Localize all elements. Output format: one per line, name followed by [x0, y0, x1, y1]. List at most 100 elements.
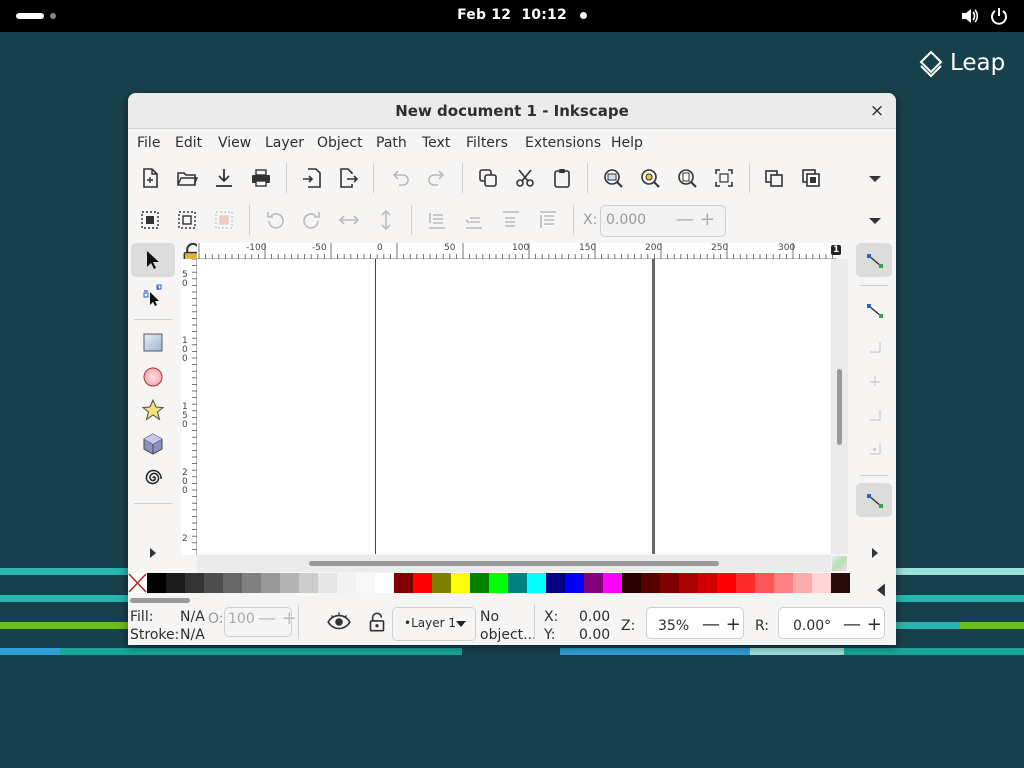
- color-swatch[interactable]: [451, 573, 470, 593]
- raise-to-top-icon[interactable]: [535, 207, 561, 233]
- deselect-icon[interactable]: [211, 207, 237, 233]
- lock-guides-icon[interactable]: [180, 241, 203, 265]
- palette-scrollbar[interactable]: [128, 595, 896, 605]
- title-bar[interactable]: New document 1 - Inkscape ×: [128, 93, 896, 129]
- palette-menu-icon[interactable]: [868, 577, 888, 597]
- import-icon[interactable]: [299, 165, 325, 191]
- unlock-icon[interactable]: [364, 609, 388, 633]
- eye-visibility-icon[interactable]: [326, 609, 351, 633]
- scroll-thumb[interactable]: [130, 598, 190, 603]
- color-swatch[interactable]: [470, 573, 489, 593]
- drawing-canvas[interactable]: [197, 259, 831, 554]
- menu-text[interactable]: Text: [422, 135, 450, 151]
- menu-object[interactable]: Object: [317, 135, 363, 151]
- no-paint-swatch[interactable]: [128, 573, 147, 593]
- menu-view[interactable]: View: [218, 135, 251, 151]
- color-swatch[interactable]: [736, 573, 755, 593]
- rectangle-tool[interactable]: [131, 325, 175, 359]
- lower-icon[interactable]: [461, 207, 487, 233]
- zoom-drawing-icon[interactable]: [637, 165, 663, 191]
- color-swatch[interactable]: [413, 573, 432, 593]
- snap-toggle[interactable]: [856, 243, 892, 277]
- stroke-value[interactable]: N/A: [180, 627, 205, 643]
- color-swatch[interactable]: [698, 573, 717, 593]
- color-swatch[interactable]: [223, 573, 242, 593]
- color-swatch[interactable]: [299, 573, 318, 593]
- menu-path[interactable]: Path: [376, 135, 407, 151]
- color-swatch[interactable]: [641, 573, 660, 593]
- opacity-stepper[interactable]: — +: [258, 608, 297, 629]
- open-folder-icon[interactable]: [174, 165, 200, 191]
- cut-icon[interactable]: [512, 165, 538, 191]
- raise-icon[interactable]: [498, 207, 524, 233]
- save-icon[interactable]: [211, 165, 237, 191]
- copy-icon[interactable]: [475, 165, 501, 191]
- menu-layer[interactable]: Layer: [265, 135, 304, 151]
- fill-value[interactable]: N/A: [180, 609, 205, 625]
- menu-filters[interactable]: Filters: [466, 135, 508, 151]
- color-swatch[interactable]: [679, 573, 698, 593]
- select-all-icon[interactable]: [137, 207, 163, 233]
- export-icon[interactable]: [335, 165, 361, 191]
- color-manage-icon[interactable]: [832, 556, 847, 571]
- menu-edit[interactable]: Edit: [175, 135, 202, 151]
- select-all-layers-icon[interactable]: [174, 207, 200, 233]
- color-swatch[interactable]: [508, 573, 527, 593]
- x-position-stepper[interactable]: — +: [676, 209, 715, 230]
- rotate-cw-icon[interactable]: [299, 207, 325, 233]
- spiral-tool[interactable]: [131, 461, 175, 495]
- rotation-stepper[interactable]: — +: [843, 614, 882, 635]
- vertical-ruler[interactable]: 5 0 1 0 0 1 5 0 2 0 0 2: [181, 259, 197, 555]
- horizontal-ruler[interactable]: -100 -50 0 50 100 150 200 250 300 1: [197, 243, 842, 259]
- close-icon[interactable]: ×: [868, 102, 886, 120]
- zoom-page-icon[interactable]: [674, 165, 700, 191]
- color-swatch[interactable]: [527, 573, 546, 593]
- color-swatch[interactable]: [147, 573, 166, 593]
- flip-vertical-icon[interactable]: [373, 207, 399, 233]
- color-swatch[interactable]: [166, 573, 185, 593]
- color-swatch[interactable]: [774, 573, 793, 593]
- color-swatch[interactable]: [356, 573, 375, 593]
- color-swatch[interactable]: [318, 573, 337, 593]
- color-swatch[interactable]: [261, 573, 280, 593]
- color-swatch[interactable]: [337, 573, 356, 593]
- flip-horizontal-icon[interactable]: [336, 207, 362, 233]
- color-swatch[interactable]: [242, 573, 261, 593]
- scroll-thumb[interactable]: [309, 561, 719, 566]
- color-swatch[interactable]: [793, 573, 812, 593]
- snap-option-disabled[interactable]: [856, 397, 892, 431]
- color-swatch[interactable]: [432, 573, 451, 593]
- vertical-scrollbar[interactable]: [831, 259, 848, 554]
- selector-tool[interactable]: [131, 243, 175, 277]
- color-swatch[interactable]: [185, 573, 204, 593]
- color-swatch[interactable]: [204, 573, 223, 593]
- color-swatch[interactable]: [603, 573, 622, 593]
- snap-nodes-toggle[interactable]: [856, 483, 892, 517]
- color-swatch[interactable]: [755, 573, 774, 593]
- ellipse-tool[interactable]: [131, 359, 175, 393]
- color-swatch[interactable]: [546, 573, 565, 593]
- color-swatch[interactable]: [831, 573, 850, 593]
- zoom-fit-icon[interactable]: [711, 165, 737, 191]
- snap-option-disabled[interactable]: [856, 363, 892, 397]
- snap-bbox-toggle[interactable]: [856, 293, 892, 327]
- star-tool[interactable]: [131, 393, 175, 427]
- color-swatch[interactable]: [717, 573, 736, 593]
- snap-expand-icon[interactable]: [862, 540, 888, 566]
- color-swatch[interactable]: [584, 573, 603, 593]
- zoom-stepper[interactable]: — +: [702, 614, 741, 635]
- clone-icon[interactable]: [798, 165, 824, 191]
- paste-icon[interactable]: [549, 165, 575, 191]
- color-swatch[interactable]: [375, 573, 394, 593]
- rotate-ccw-icon[interactable]: [262, 207, 288, 233]
- color-swatch[interactable]: [489, 573, 508, 593]
- zoom-selection-icon[interactable]: [600, 165, 626, 191]
- x-position-field[interactable]: X: 0.000 — +: [580, 205, 726, 237]
- horizontal-scrollbar[interactable]: [197, 555, 831, 572]
- volume-icon[interactable]: [961, 8, 979, 24]
- lower-to-bottom-icon[interactable]: [424, 207, 450, 233]
- 3d-box-tool[interactable]: [131, 427, 175, 461]
- color-swatch[interactable]: [565, 573, 584, 593]
- color-swatch[interactable]: [394, 573, 413, 593]
- menu-help[interactable]: Help: [611, 135, 643, 151]
